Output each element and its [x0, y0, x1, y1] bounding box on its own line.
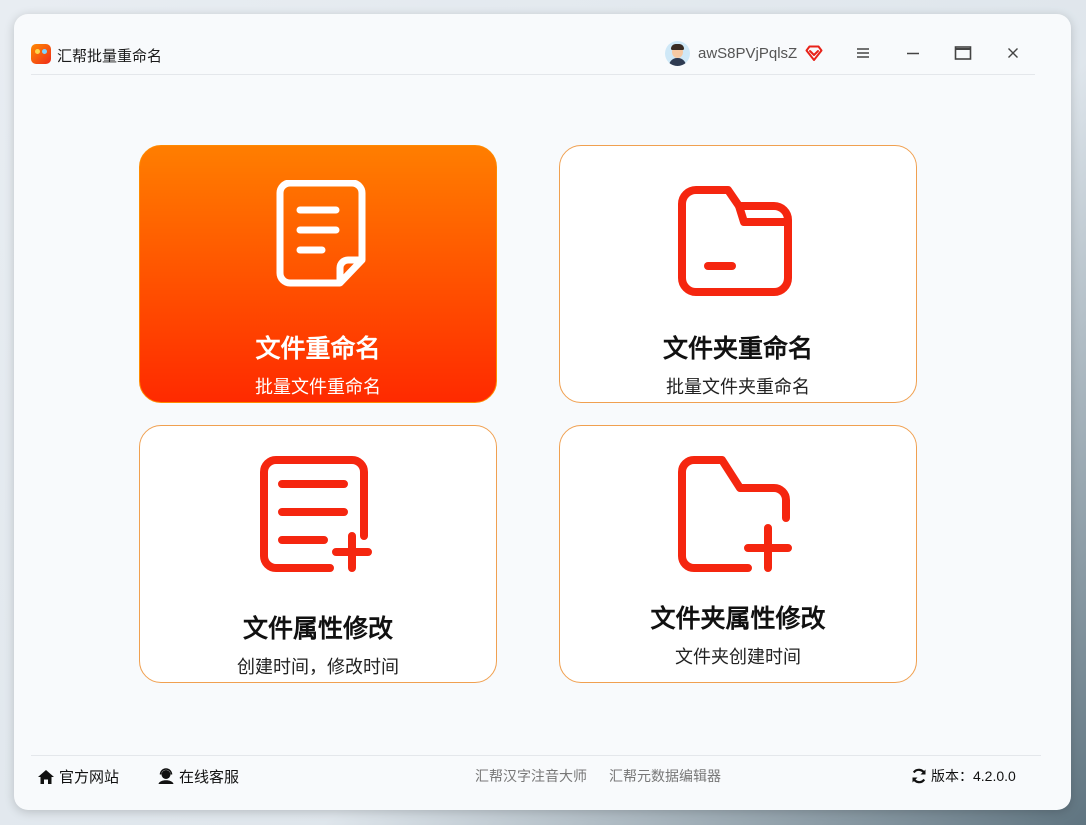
close-button[interactable]: [999, 42, 1027, 66]
hamburger-icon: [857, 48, 869, 58]
card-subtitle: 文件夹创建时间: [675, 647, 801, 667]
card-folder-rename[interactable]: 文件夹重命名 批量文件夹重命名: [559, 145, 917, 403]
online-support-link[interactable]: 在线客服: [157, 766, 239, 787]
minimize-button[interactable]: [899, 42, 927, 66]
folder-add-icon: [678, 456, 792, 572]
card-file-rename[interactable]: 文件重命名 批量文件重命名: [139, 145, 497, 403]
official-website-label: 官方网站: [59, 769, 120, 786]
maximize-icon: [954, 46, 972, 60]
document-add-icon: [260, 456, 372, 572]
tool-link-pinyin[interactable]: 汇帮汉字注音大师: [475, 766, 587, 786]
card-title: 文件夹重命名: [662, 335, 813, 363]
footer-bar: 官方网站 在线客服 汇帮汉字注音大师 汇帮元数据编辑器 版本： 4.2.0.0: [31, 755, 1041, 796]
card-file-attributes[interactable]: 文件属性修改 创建时间，修改时间: [139, 425, 497, 683]
document-icon: [276, 180, 366, 287]
username[interactable]: awS8PVjPqlsZ: [698, 45, 797, 62]
card-title: 文件夹属性修改: [650, 605, 826, 633]
title-bar: 汇帮批量重命名 awS8PVjPqlsZ: [31, 40, 1035, 75]
card-title: 文件属性修改: [242, 615, 393, 643]
card-title: 文件重命名: [255, 335, 381, 363]
app-window: 汇帮批量重命名 awS8PVjPqlsZ 文件重命名 批量文件重命名 文件夹重命…: [14, 14, 1071, 810]
card-folder-attributes[interactable]: 文件夹属性修改 文件夹创建时间: [559, 425, 917, 683]
minimize-icon: [907, 52, 919, 55]
user-avatar[interactable]: [665, 41, 690, 66]
version-label: 版本：: [931, 768, 973, 784]
app-logo-icon: [31, 44, 51, 64]
home-icon: [38, 769, 54, 784]
support-agent-icon: [158, 768, 174, 784]
tool-link-metadata[interactable]: 汇帮元数据编辑器: [609, 766, 721, 786]
version-value: 4.2.0.0: [973, 768, 1016, 784]
vip-diamond-icon[interactable]: [805, 44, 823, 62]
close-icon: [1008, 48, 1018, 58]
maximize-button[interactable]: [949, 42, 977, 66]
folder-icon: [678, 186, 792, 296]
menu-button[interactable]: [849, 42, 877, 66]
version-info[interactable]: 版本： 4.2.0.0: [911, 766, 1016, 786]
card-subtitle: 创建时间，修改时间: [237, 657, 399, 677]
app-title: 汇帮批量重命名: [57, 48, 163, 65]
card-subtitle: 批量文件重命名: [255, 377, 381, 397]
official-website-link[interactable]: 官方网站: [37, 766, 119, 787]
online-support-label: 在线客服: [179, 769, 240, 786]
refresh-icon: [912, 768, 926, 784]
card-subtitle: 批量文件夹重命名: [666, 377, 810, 397]
